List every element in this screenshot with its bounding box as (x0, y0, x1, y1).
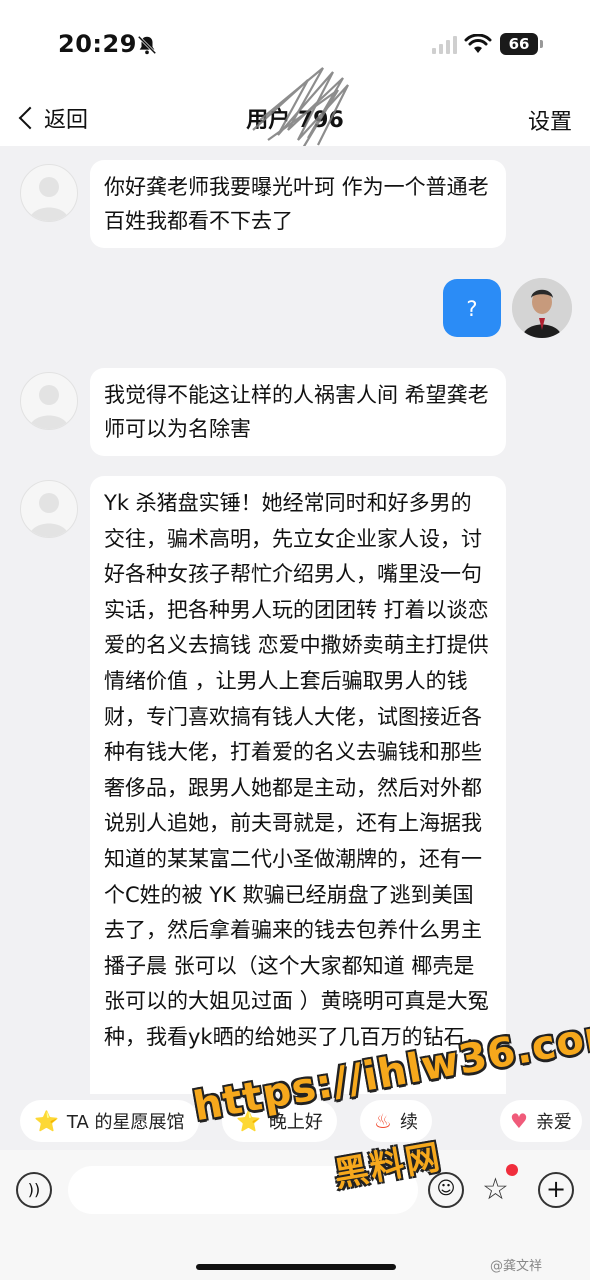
more-button[interactable]: + (538, 1172, 574, 1208)
sender-avatar[interactable] (20, 372, 78, 430)
notification-dot (506, 1164, 518, 1176)
sender-avatar[interactable] (20, 164, 78, 222)
default-user-icon (29, 493, 69, 537)
message-bubble-incoming: Yk 杀猪盘实锤！她经常同时和好多男的交往，骗术高明，先立女企业家人设，讨好各种… (90, 476, 506, 1094)
star-face-icon: ⭐ (34, 1109, 59, 1133)
profile-photo-icon (512, 278, 572, 338)
chip-label: 续 (399, 1112, 418, 1133)
weibo-watermark: @龚文祥 (490, 1259, 543, 1274)
smiley-icon: ☺ (436, 1178, 456, 1199)
battery-indicator: 66 (500, 33, 538, 55)
message-bubble-incoming: 你好龚老师我要曝光叶珂 作为一个普通老百姓我都看不下去了 (90, 160, 506, 248)
chip-label: 亲爱 (535, 1112, 572, 1133)
default-user-icon (29, 177, 69, 221)
redaction-scribble (252, 67, 349, 149)
default-user-icon (29, 385, 69, 429)
star-icon: ☆ (482, 1172, 509, 1207)
plus-icon: + (545, 1175, 567, 1203)
wifi-icon (464, 34, 492, 53)
settings-button[interactable]: 设置 (528, 104, 572, 136)
cellular-signal-icon (432, 36, 457, 54)
chat-area[interactable]: 你好龚老师我要曝光叶珂 作为一个普通老百姓我都看不下去了 ? 我觉得不能这让样的… (0, 146, 590, 1094)
voice-input-button[interactable]: )) (16, 1172, 52, 1208)
voice-icon: )) (27, 1180, 41, 1199)
message-bubble-incoming: 我觉得不能这让样的人祸害人间 希望龚老师可以为名除害 (90, 368, 506, 456)
status-time: 20:29 (58, 30, 137, 58)
my-avatar[interactable] (512, 278, 572, 338)
chip-dear[interactable]: ♥ 亲爱 (500, 1100, 582, 1142)
chip-star-gallery[interactable]: ⭐ TA 的星愿展馆 (20, 1100, 199, 1142)
heart-icon: ♥ (510, 1109, 528, 1133)
sender-avatar[interactable] (20, 480, 78, 538)
home-indicator (196, 1264, 396, 1270)
chip-label: TA 的星愿展馆 (66, 1112, 185, 1133)
bell-muted-icon (137, 35, 157, 55)
message-bubble-outgoing: ? (443, 279, 501, 337)
battery-tip (540, 40, 543, 48)
star-sticker-button[interactable]: ☆ (482, 1172, 509, 1208)
fire-icon: ♨ (374, 1109, 392, 1133)
